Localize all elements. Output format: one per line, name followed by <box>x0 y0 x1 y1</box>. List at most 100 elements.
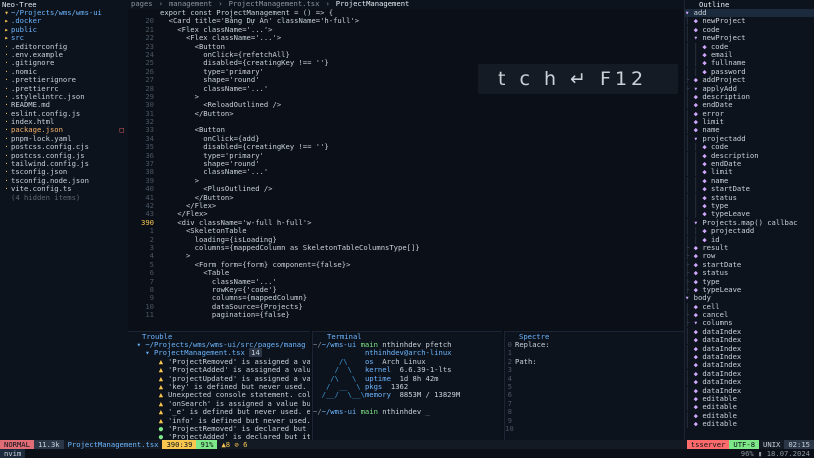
outline-item[interactable]: │ ◆ description <box>685 93 814 101</box>
trouble-file[interactable]: ▾ ProjectManagement.tsx 14 <box>128 348 310 358</box>
outline-item[interactable]: ├ ▾ applyAdd <box>685 85 814 93</box>
symbol-icon: ◆ <box>693 243 703 252</box>
outline-item[interactable]: ▾ add <box>685 9 814 18</box>
outline-item[interactable]: │ ◆ limit <box>685 118 814 126</box>
outline-item-label: email <box>710 50 733 59</box>
outline-item[interactable]: │ │ ◆ typeLeave <box>685 210 814 218</box>
symbol-icon: ◆ <box>693 17 703 26</box>
symbol-icon: ◆ <box>702 59 711 68</box>
spectre-line[interactable]: 8 <box>505 407 684 416</box>
trouble-item[interactable]: ▲'onSearch' is assigned a value bu <box>128 400 310 408</box>
outline-guide: │ <box>685 92 694 101</box>
spectre-line[interactable]: 10 <box>505 424 684 433</box>
outline-item[interactable]: │ ◆ editable <box>685 420 814 428</box>
trouble-item[interactable]: ● 'ProjectAdded' is declared but it <box>128 433 310 440</box>
outline-item[interactable]: ├ ◆ status <box>685 269 814 277</box>
outline-item[interactable]: │ │ ◆ email <box>685 51 814 59</box>
outline-item[interactable]: │ ▾ newProject <box>685 34 814 42</box>
outline-item[interactable]: │ ◆ dataIndex <box>685 370 814 378</box>
outline-item[interactable]: │ ◆ dataIndex <box>685 353 814 361</box>
outline-item[interactable]: │ ▾ Projects.map() callbac <box>685 219 814 227</box>
outline-item[interactable]: │ │ ◆ limit <box>685 168 814 176</box>
outline-item[interactable]: │ ◆ name <box>685 126 814 134</box>
outline-item[interactable]: │ ◆ dataIndex <box>685 387 814 395</box>
outline-item[interactable]: │ │ ◆ startDate <box>685 185 814 193</box>
spectre-line[interactable]: 3 <box>505 365 684 374</box>
outline-item[interactable]: │ ◆ newProject <box>685 17 814 25</box>
symbol-icon: ◆ <box>702 176 711 185</box>
line-number: 24 <box>145 49 154 59</box>
outline-item[interactable]: │ ◆ dataIndex <box>685 336 814 344</box>
outline-item[interactable]: │ │ ◆ password <box>685 68 814 76</box>
outline-item[interactable]: │ │ ◆ status <box>685 194 814 202</box>
outline-item[interactable]: │ │ ◆ endDate <box>685 160 814 168</box>
outline-item[interactable]: │ ◆ code <box>685 26 814 34</box>
spectre-line[interactable]: 7 <box>505 399 684 408</box>
tmux-window-tab[interactable]: nvim <box>0 449 26 458</box>
outline-item[interactable]: │ ◆ dataIndex <box>685 378 814 386</box>
outline-item[interactable]: │ │ ◆ id <box>685 236 814 244</box>
trouble-item[interactable]: ▲'key' is defined but never used. <box>128 383 310 391</box>
outline-item[interactable]: ├ ◆ row <box>685 252 814 260</box>
breadcrumb: pages › management › ProjectManagement.t… <box>128 0 684 9</box>
symbol-icon: ◆ <box>702 168 711 177</box>
outline-item[interactable]: ├ ◆ cancel <box>685 311 814 319</box>
outline-item[interactable]: │ ◆ dataIndex <box>685 328 814 336</box>
symbol-icon: ◆ <box>693 327 703 336</box>
spectre-line[interactable]: 0 Replace: <box>505 340 684 349</box>
trouble-item[interactable]: ▲ Unexpected console statement. col <box>128 391 310 399</box>
spectre-line[interactable]: 6 <box>505 390 684 399</box>
code-line[interactable]: 31 </Button> <box>128 109 684 118</box>
trouble-item[interactable]: ▲ 'ProjectAdded' is assigned a valu <box>128 366 310 374</box>
trouble-message: 'info' is defined but never used. <box>167 416 310 425</box>
outline-item[interactable]: │ ◆ editable <box>685 395 814 403</box>
breadcrumb-item[interactable]: management <box>166 0 215 8</box>
outline-item[interactable]: │ │ ◆ fullname <box>685 59 814 67</box>
trouble-items: ▲ 'ProjectRemoved' is assigned a va ▲ 'Pro… <box>128 358 310 440</box>
outline-item[interactable]: ▾ body <box>685 294 814 302</box>
spectre-line[interactable]: 4 <box>505 374 684 383</box>
spectre-line[interactable]: 9 <box>505 416 684 425</box>
spectre-line[interactable]: 2 Path: <box>505 356 684 366</box>
outline-item[interactable]: │ ◆ dataIndex <box>685 345 814 353</box>
code-line[interactable]: 3 columns={mappedColumn as SkeletonTable… <box>128 243 684 252</box>
terminal-panel[interactable]: Terminal ~/~/wms-ui main nthinhdev pfetc… <box>312 331 502 440</box>
spectre-panel[interactable]: Spectre 0 Replace: 1 2 Path: 3 4 5 6 7 8 9 10 <box>504 331 684 440</box>
outline-item[interactable]: ├ ▾ columns <box>685 319 814 327</box>
spectre-label: Path: <box>515 356 537 366</box>
breadcrumb-item[interactable]: ProjectManagement <box>333 0 413 8</box>
outline-item[interactable]: │ ◆ dataIndex <box>685 361 814 369</box>
trouble-item[interactable]: ▲ 'ProjectRemoved' is assigned a va <box>128 358 310 366</box>
breadcrumb-item[interactable]: pages <box>128 0 156 8</box>
outline-item[interactable]: │ ◆ endDate <box>685 101 814 109</box>
outline-item[interactable]: │ │ ◆ code <box>685 143 814 151</box>
tree-item[interactable]: (4 hidden items) <box>0 193 128 202</box>
outline-item[interactable]: │ │ ◆ projectadd <box>685 227 814 235</box>
outline-item[interactable]: ├ ◆ addProject <box>685 76 814 84</box>
trouble-item[interactable]: ● 'ProjectRemoved' is declared but <box>128 425 310 433</box>
outline-item[interactable]: ├ ◆ startDate <box>685 261 814 269</box>
outline-item[interactable]: │ ◆ editable <box>685 403 814 411</box>
outline-item[interactable]: ├ ◆ result <box>685 244 814 252</box>
outline-item[interactable]: │ │ ◆ code <box>685 43 814 51</box>
outline-item[interactable]: │ ◆ error <box>685 110 814 118</box>
trouble-item[interactable]: ▲'info' is defined but never used. <box>128 417 310 425</box>
trouble-item[interactable]: ▲ '_e' is defined but never used. e <box>128 408 310 416</box>
outline-item[interactable]: ├ ◆ typeLeave <box>685 286 814 294</box>
outline-item[interactable]: │ ▾ projectadd <box>685 135 814 143</box>
outline-item-label: add <box>693 9 707 17</box>
code-line[interactable]: 42 </Flex> <box>128 201 684 210</box>
outline-item[interactable]: │ │ ◆ description <box>685 152 814 160</box>
breadcrumb-item[interactable]: ProjectManagement.tsx <box>226 0 323 8</box>
outline-item[interactable]: ├ ◆ type <box>685 278 814 286</box>
code-line[interactable]: 11 pagination={false} <box>128 310 684 319</box>
code-line[interactable]: 38 className='...' <box>128 168 684 177</box>
symbol-icon: ◆ <box>693 76 703 85</box>
code-editor[interactable]: export const ProjectManagement = () => {… <box>128 9 684 331</box>
outline-item[interactable]: │ ◆ cell <box>685 303 814 311</box>
outline-item[interactable]: │ │ ◆ name <box>685 177 814 185</box>
trouble-item[interactable]: ▲'projectUpdated' is assigned a va <box>128 375 310 383</box>
outline-item[interactable]: │ │ ◆ type <box>685 202 814 210</box>
outline-item[interactable]: │ ◆ editable <box>685 412 814 420</box>
spectre-line[interactable]: 5 <box>505 382 684 391</box>
